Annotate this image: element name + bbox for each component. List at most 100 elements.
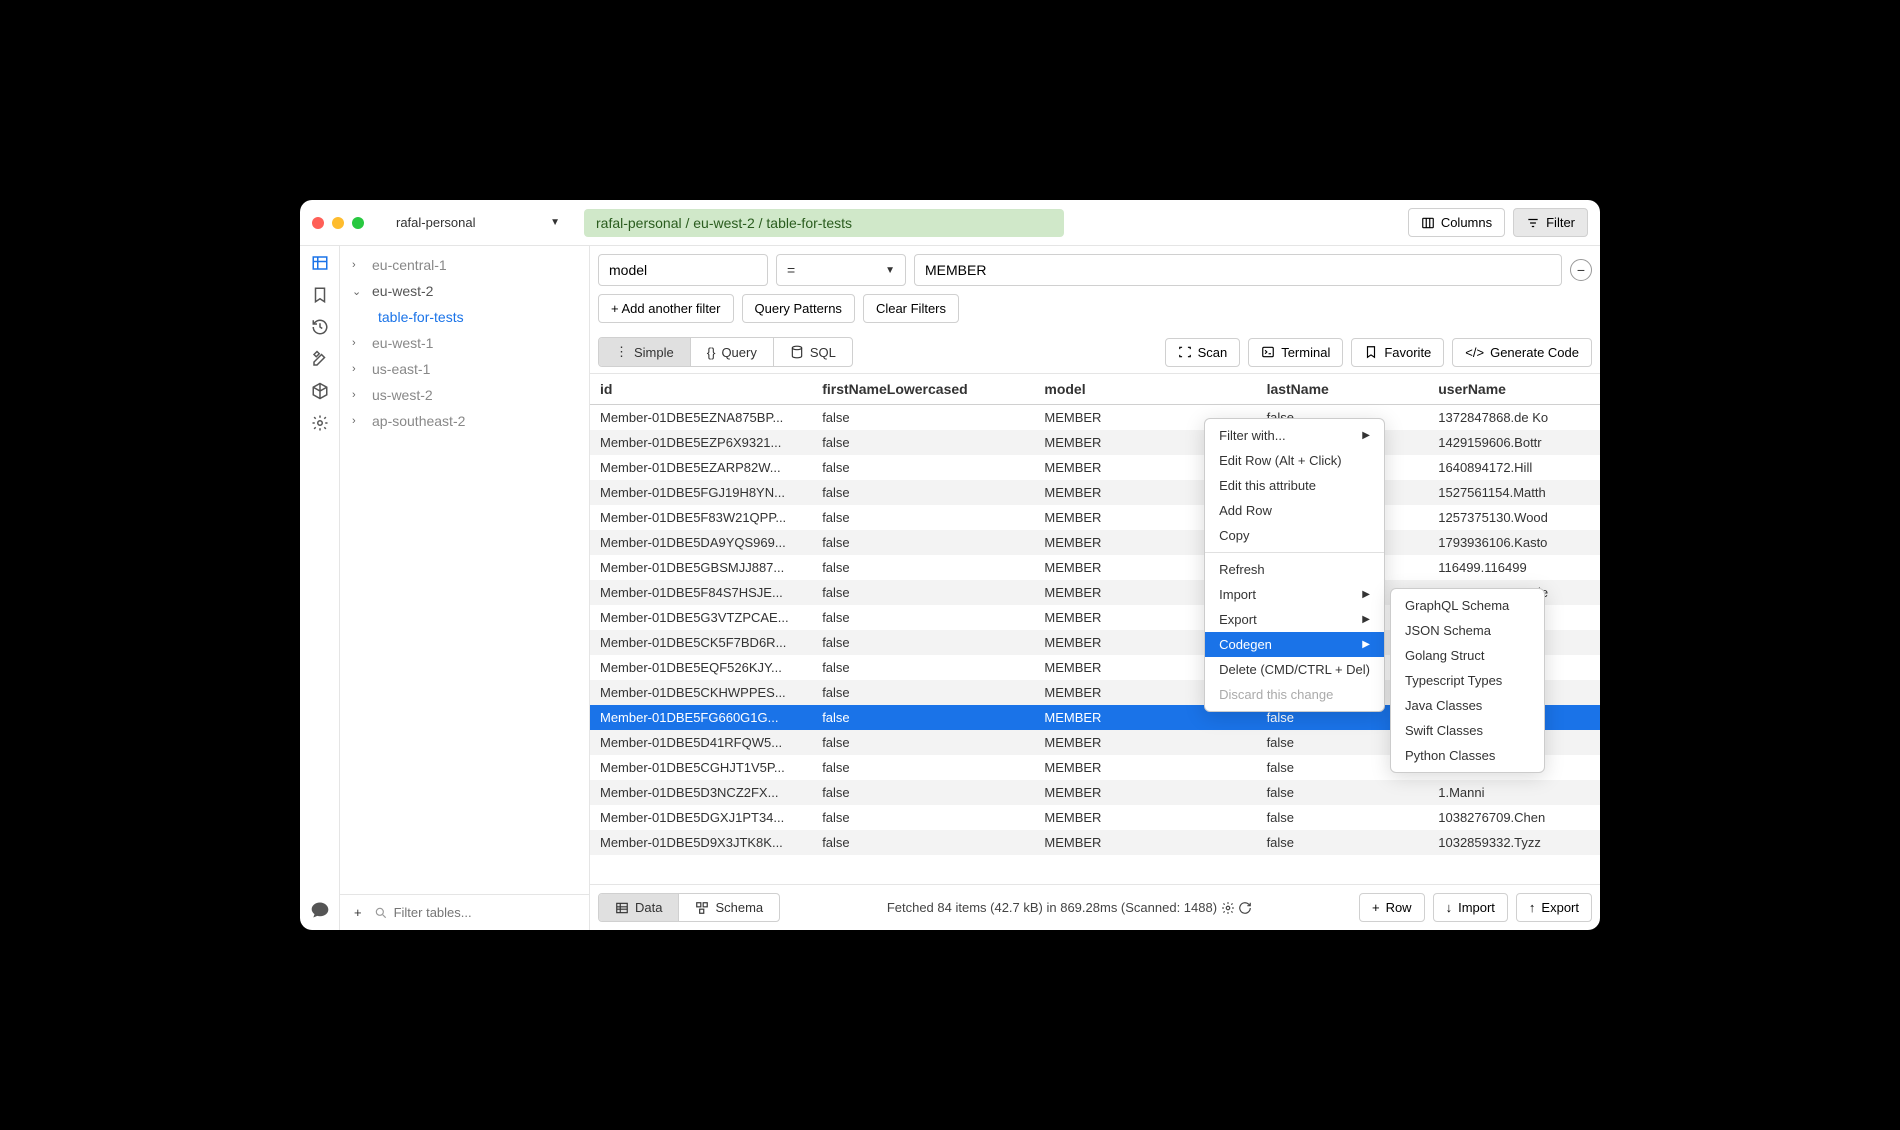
- add-table-button[interactable]: +: [348, 903, 368, 922]
- cell[interactable]: false: [1257, 805, 1429, 830]
- column-header[interactable]: id: [590, 374, 812, 405]
- context-menu-item[interactable]: Add Row: [1205, 498, 1384, 523]
- table-row[interactable]: Member-01DBE5DA9YQS969...falseMEMBER1793…: [590, 530, 1600, 555]
- cell[interactable]: false: [812, 780, 1034, 805]
- cell[interactable]: 1257375130.Wood: [1428, 505, 1600, 530]
- table-row[interactable]: Member-01DBE5D3NCZ2FX...falseMEMBERfalse…: [590, 780, 1600, 805]
- cell[interactable]: false: [812, 480, 1034, 505]
- filter-tables-input[interactable]: [394, 905, 581, 920]
- cell[interactable]: 1429159606.Bottr: [1428, 430, 1600, 455]
- profile-selector[interactable]: rafal-personal ▼: [388, 211, 568, 234]
- cell[interactable]: 1527561154.Matth: [1428, 480, 1600, 505]
- mode-simple[interactable]: ⋮Simple: [599, 338, 691, 366]
- cell[interactable]: false: [812, 680, 1034, 705]
- cell[interactable]: Member-01DBE5F83W21QPP...: [590, 505, 812, 530]
- context-menu-item[interactable]: Codegen▶: [1205, 632, 1384, 657]
- cube-icon[interactable]: [311, 382, 329, 400]
- export-button[interactable]: ↑ Export: [1516, 893, 1592, 922]
- region-item[interactable]: ›eu-central-1: [340, 252, 589, 278]
- table-row[interactable]: Member-01DBE5GBSMJJ887...falseMEMBER1164…: [590, 555, 1600, 580]
- submenu-item[interactable]: Java Classes: [1391, 693, 1544, 718]
- clear-filters-button[interactable]: Clear Filters: [863, 294, 959, 323]
- cell[interactable]: Member-01DBE5DA9YQS969...: [590, 530, 812, 555]
- table-icon[interactable]: [311, 254, 329, 272]
- mode-sql[interactable]: SQL: [774, 338, 852, 366]
- table-container[interactable]: idfirstNameLowercasedmodellastNameuserNa…: [590, 374, 1600, 884]
- tools-icon[interactable]: [311, 350, 329, 368]
- table-row[interactable]: Member-01DBE5EZNA875BP...falseMEMBERfals…: [590, 405, 1600, 431]
- table-row[interactable]: Member-01DBE5F83W21QPP...falseMEMBER1257…: [590, 505, 1600, 530]
- remove-filter-button[interactable]: −: [1570, 259, 1592, 281]
- cell[interactable]: Member-01DBE5EZNA875BP...: [590, 405, 812, 431]
- cell[interactable]: false: [812, 830, 1034, 855]
- context-menu[interactable]: Filter with...▶Edit Row (Alt + Click)Edi…: [1204, 418, 1385, 712]
- context-menu-item[interactable]: Import▶: [1205, 582, 1384, 607]
- cell[interactable]: Member-01DBE5G3VTZPCAE...: [590, 605, 812, 630]
- cell[interactable]: MEMBER: [1034, 730, 1256, 755]
- context-menu-item[interactable]: Export▶: [1205, 607, 1384, 632]
- mode-query[interactable]: {}Query: [691, 338, 774, 366]
- codegen-submenu[interactable]: GraphQL SchemaJSON SchemaGolang StructTy…: [1390, 588, 1545, 773]
- cell[interactable]: 1032859332.Tyzz: [1428, 830, 1600, 855]
- add-row-button[interactable]: + Row: [1359, 893, 1425, 922]
- cell[interactable]: MEMBER: [1034, 805, 1256, 830]
- cell[interactable]: false: [1257, 830, 1429, 855]
- view-schema[interactable]: Schema: [679, 894, 779, 921]
- cell[interactable]: false: [812, 505, 1034, 530]
- cell[interactable]: Member-01DBE5D41RFQW5...: [590, 730, 812, 755]
- add-filter-button[interactable]: + Add another filter: [598, 294, 734, 323]
- table-row[interactable]: Member-01DBE5EZP6X9321...falseMEMBER1429…: [590, 430, 1600, 455]
- cell[interactable]: 1.Manni: [1428, 780, 1600, 805]
- cell[interactable]: false: [812, 730, 1034, 755]
- cell[interactable]: false: [812, 805, 1034, 830]
- region-item[interactable]: ⌄eu-west-2: [340, 278, 589, 304]
- cell[interactable]: false: [812, 455, 1034, 480]
- cell[interactable]: Member-01DBE5D3NCZ2FX...: [590, 780, 812, 805]
- window-maximize-button[interactable]: [352, 217, 364, 229]
- cell[interactable]: Member-01DBE5CK5F7BD6R...: [590, 630, 812, 655]
- view-data[interactable]: Data: [599, 894, 679, 921]
- columns-button[interactable]: Columns: [1408, 208, 1505, 237]
- cell[interactable]: false: [812, 630, 1034, 655]
- cell[interactable]: Member-01DBE5FG660G1G...: [590, 705, 812, 730]
- cell[interactable]: false: [812, 530, 1034, 555]
- submenu-item[interactable]: Golang Struct: [1391, 643, 1544, 668]
- cell[interactable]: Member-01DBE5EZARP82W...: [590, 455, 812, 480]
- cell[interactable]: false: [812, 605, 1034, 630]
- scan-button[interactable]: Scan: [1165, 338, 1241, 367]
- filter-attribute-input[interactable]: [598, 254, 768, 286]
- region-item[interactable]: ›eu-west-1: [340, 330, 589, 356]
- cell[interactable]: 1372847868.de Ko: [1428, 405, 1600, 431]
- cell[interactable]: false: [812, 580, 1034, 605]
- cell[interactable]: Member-01DBE5CKHWPPES...: [590, 680, 812, 705]
- settings-icon[interactable]: [1221, 901, 1235, 915]
- filter-operator-select[interactable]: = ▼: [776, 254, 906, 286]
- column-header[interactable]: userName: [1428, 374, 1600, 405]
- cell[interactable]: MEMBER: [1034, 755, 1256, 780]
- cell[interactable]: Member-01DBE5FGJ19H8YN...: [590, 480, 812, 505]
- column-header[interactable]: lastName: [1257, 374, 1429, 405]
- context-menu-item[interactable]: Copy: [1205, 523, 1384, 548]
- settings-icon[interactable]: [311, 414, 329, 432]
- cell[interactable]: 1038276709.Chen: [1428, 805, 1600, 830]
- cell[interactable]: 116499.116499: [1428, 555, 1600, 580]
- filter-button[interactable]: Filter: [1513, 208, 1588, 237]
- context-menu-item[interactable]: Edit this attribute: [1205, 473, 1384, 498]
- context-menu-item[interactable]: Filter with...▶: [1205, 423, 1384, 448]
- refresh-icon[interactable]: [1238, 901, 1252, 915]
- table-item[interactable]: table-for-tests: [340, 304, 589, 330]
- table-row[interactable]: Member-01DBE5EZARP82W...falseMEMBER16408…: [590, 455, 1600, 480]
- cell[interactable]: 1640894172.Hill: [1428, 455, 1600, 480]
- column-header[interactable]: model: [1034, 374, 1256, 405]
- window-minimize-button[interactable]: [332, 217, 344, 229]
- cell[interactable]: Member-01DBE5CGHJT1V5P...: [590, 755, 812, 780]
- bookmark-icon[interactable]: [311, 286, 329, 304]
- query-patterns-button[interactable]: Query Patterns: [742, 294, 855, 323]
- region-item[interactable]: ›us-east-1: [340, 356, 589, 382]
- cell[interactable]: MEMBER: [1034, 780, 1256, 805]
- cell[interactable]: MEMBER: [1034, 830, 1256, 855]
- cell[interactable]: false: [812, 655, 1034, 680]
- submenu-item[interactable]: Typescript Types: [1391, 668, 1544, 693]
- submenu-item[interactable]: GraphQL Schema: [1391, 593, 1544, 618]
- column-header[interactable]: firstNameLowercased: [812, 374, 1034, 405]
